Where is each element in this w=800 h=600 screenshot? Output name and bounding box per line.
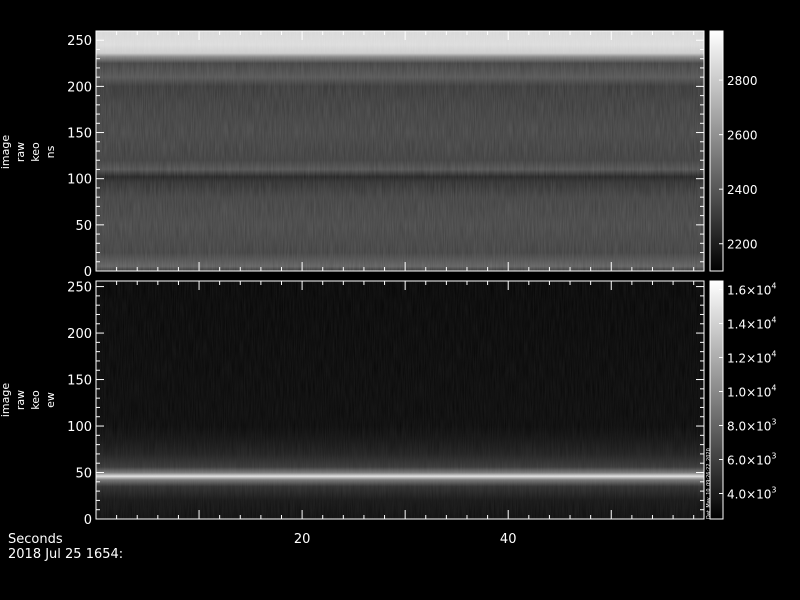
ew-colorbar-tick-label: 4.0×103	[727, 486, 777, 502]
ns-ytick-label-150: 150	[67, 127, 92, 142]
ew-colorbar: 4.0×103 6.0×103 8.0×103 1.0×104 1.2×104 1.4×1…	[709, 280, 777, 520]
ns-ytick-label-200: 200	[67, 80, 92, 95]
ew-ytick-label-200: 200	[67, 327, 92, 342]
date-label: 2018 Jul 25 1654:	[8, 547, 123, 562]
x-axis-label: Seconds	[8, 532, 63, 547]
ew-colorbar-tick-label: 1.0×104	[727, 384, 777, 400]
ns-colorbar-tick-label: 2200	[727, 238, 758, 252]
ns-colorbar-tick-label: 2800	[727, 74, 758, 88]
ns-ytick-label-250: 250	[67, 34, 92, 49]
ew-colorbar-tick-label: 1.2×104	[727, 350, 777, 366]
ew-y-title: image raw keo ew	[0, 383, 57, 417]
ns-ytick-label-0: 0	[84, 265, 92, 280]
ew-heatmap-texture	[96, 281, 704, 519]
ns-colorbar: 2200 2400 2600 2800	[709, 30, 758, 272]
ew-xtick-label-40: 40	[500, 532, 517, 547]
ns-heatmap-texture	[96, 31, 704, 271]
ns-ytick-label-50: 50	[75, 219, 92, 234]
ew-colorbar-tick-label: 6.0×103	[727, 452, 777, 468]
ew-ytitle-line-1: image	[0, 383, 12, 417]
ns-y-title: image raw keo ns	[0, 135, 57, 169]
keogram-figure: 050100150200250 image raw keo ns 2200240…	[0, 30, 777, 562]
ew-ytick-label-150: 150	[67, 374, 92, 389]
ns-ytitle-line-2: raw	[14, 142, 27, 162]
ns-ytitle-line-4: ns	[44, 145, 57, 158]
ns-ytitle-line-3: keo	[29, 142, 42, 162]
ns-colorbar-gradient	[709, 30, 724, 272]
ew-ytick-label-250: 250	[67, 281, 92, 296]
ew-xtick-label-20: 20	[294, 532, 311, 547]
ns-colorbar-tick-label: 2400	[727, 183, 758, 197]
ns-colorbar-tick-label: 2600	[727, 129, 758, 143]
ew-ytitle-line-2: raw	[14, 390, 27, 410]
ns-colorbar-ticks: 2200 2400 2600 2800	[719, 74, 758, 252]
ew-colorbar-tick-label: 1.4×104	[727, 316, 777, 332]
ns-ytitle-line-1: image	[0, 135, 12, 169]
ew-ytitle-line-3: keo	[29, 390, 42, 410]
panel-ns: 0 50 100 150 200 250 image raw keo ns 2200 240…	[0, 30, 758, 280]
ew-ytick-label-50: 50	[75, 467, 92, 482]
panel-ew: 050100150200250 20 40 image raw keo ew Da…	[0, 280, 777, 547]
ew-ytick-label-100: 100	[67, 420, 92, 435]
ew-colorbar-tick-label: 8.0×103	[727, 418, 777, 434]
ew-ytitle-line-4: ew	[44, 392, 57, 408]
ns-ytick-label-100: 100	[67, 173, 92, 188]
ew-colorbar-ticks: 4.0×103 6.0×103 8.0×103 1.0×104 1.2×104 1.4×1…	[719, 282, 777, 502]
ew-colorbar-tick-label: 1.6×104	[727, 282, 777, 298]
ew-ytick-label-0: 0	[84, 513, 92, 528]
ew-colorbar-gradient	[709, 280, 724, 520]
